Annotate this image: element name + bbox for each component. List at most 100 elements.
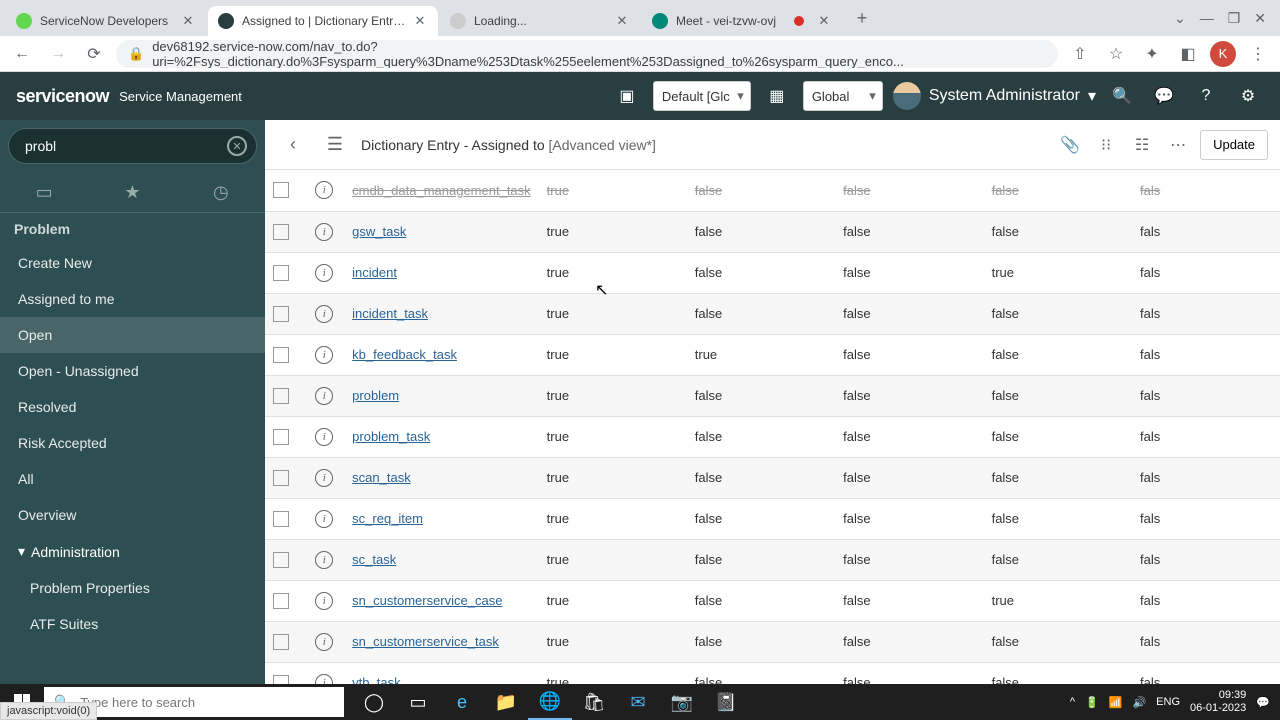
browser-tab[interactable]: ServiceNow Developers ✕ [6,6,206,36]
nav-filter-input[interactable] [8,128,257,164]
info-icon[interactable]: i [315,181,333,199]
app-scope-icon[interactable]: ▦ [761,80,793,112]
maximize-icon[interactable]: ❐ [1228,10,1241,27]
info-icon[interactable]: i [315,264,333,282]
record-link[interactable]: kb_feedback_task [352,347,457,362]
record-link[interactable]: sn_customerservice_case [352,593,502,608]
notifications-icon[interactable]: 💬 [1256,696,1270,709]
cortana-icon[interactable]: ▭ [396,684,440,720]
tab-close-icon[interactable]: ✕ [816,13,832,29]
info-icon[interactable]: i [315,469,333,487]
tabs-dropdown-icon[interactable]: ⌄ [1174,10,1186,27]
nav-item[interactable]: ATF Suites [0,606,265,642]
nav-item[interactable]: Resolved [0,389,265,425]
wifi-icon[interactable]: 📶 [1109,696,1123,709]
row-checkbox[interactable] [273,388,289,404]
chrome-icon[interactable]: 🌐 [528,684,572,720]
nav-item[interactable]: Problem Properties [0,570,265,606]
record-link[interactable]: sc_task [352,552,396,567]
bookmark-icon[interactable]: ☆ [1102,40,1130,68]
nav-group-administration[interactable]: ▾ Administration [0,533,265,570]
info-icon[interactable]: i [315,305,333,323]
explorer-icon[interactable]: 📁 [484,684,528,720]
row-checkbox[interactable] [273,470,289,486]
new-tab-button[interactable]: + [848,4,876,32]
record-link[interactable]: vtb_task [352,675,400,684]
browser-tab[interactable]: Loading... ✕ [440,6,640,36]
nav-item[interactable]: Create New [0,245,265,281]
activity-icon[interactable]: ⁝⁝ [1092,131,1120,159]
record-link[interactable]: cmdb_data_management_task [352,183,531,198]
update-set-picker[interactable]: Default [Glc [653,81,751,111]
back-icon[interactable]: ‹ [277,129,309,161]
sidepanel-icon[interactable]: ◧ [1174,40,1202,68]
context-menu-icon[interactable]: ☰ [319,129,351,161]
nav-item[interactable]: Risk Accepted [0,425,265,461]
record-link[interactable]: scan_task [352,470,411,485]
nav-item[interactable]: Open - Unassigned [0,353,265,389]
info-icon[interactable]: i [315,633,333,651]
row-checkbox[interactable] [273,224,289,240]
row-checkbox[interactable] [273,347,289,363]
forward-button[interactable]: → [44,40,72,68]
attachment-icon[interactable]: 📎 [1056,131,1084,159]
row-checkbox[interactable] [273,182,289,198]
edge-icon[interactable]: e [440,684,484,720]
info-icon[interactable]: i [315,428,333,446]
nav-item[interactable]: Assigned to me [0,281,265,317]
gear-icon[interactable]: ⚙ [1232,80,1264,112]
nav-tree[interactable]: Problem Create NewAssigned to meOpenOpen… [0,213,265,684]
record-link[interactable]: sn_customerservice_task [352,634,499,649]
row-checkbox[interactable] [273,511,289,527]
tray-chevron-icon[interactable]: ^ [1070,696,1075,708]
record-link[interactable]: incident [352,265,397,280]
logo[interactable]: servicenow [16,86,109,107]
url-input[interactable]: 🔒 dev68192.service-now.com/nav_to.do?uri… [116,40,1058,68]
row-checkbox[interactable] [273,429,289,445]
row-checkbox[interactable] [273,593,289,609]
clock[interactable]: 09:39 06-01-2023 [1190,689,1246,715]
app-scope-picker[interactable]: Global [803,81,883,111]
help-icon[interactable]: ? [1190,80,1222,112]
reload-button[interactable]: ⟳ [80,40,108,68]
store-icon[interactable]: 🛍 [572,684,616,720]
nav-item[interactable]: All [0,461,265,497]
update-button[interactable]: Update [1200,130,1268,160]
record-link[interactable]: problem [352,388,399,403]
language-indicator[interactable]: ENG [1156,696,1180,708]
info-icon[interactable]: i [315,674,333,685]
nav-tab-history[interactable]: ◷ [177,172,265,212]
share-icon[interactable]: ⇧ [1066,40,1094,68]
profile-avatar[interactable]: K [1210,41,1236,67]
close-window-icon[interactable]: ✕ [1254,10,1266,27]
row-checkbox[interactable] [273,634,289,650]
record-link[interactable]: sc_req_item [352,511,423,526]
row-checkbox[interactable] [273,675,289,685]
record-link[interactable]: incident_task [352,306,428,321]
tab-close-icon[interactable]: ✕ [180,13,196,29]
row-checkbox[interactable] [273,265,289,281]
info-icon[interactable]: i [315,387,333,405]
extensions-icon[interactable]: ✦ [1138,40,1166,68]
update-set-icon[interactable]: ▣ [611,80,643,112]
record-link[interactable]: gsw_task [352,224,406,239]
info-icon[interactable]: i [315,592,333,610]
record-link[interactable]: problem_task [352,429,430,444]
user-menu[interactable]: System Administrator ▾ [893,82,1096,110]
task-view-icon[interactable]: ◯ [352,684,396,720]
clear-filter-icon[interactable]: ✕ [227,136,247,156]
battery-icon[interactable]: 🔋 [1085,696,1099,709]
chrome-menu-icon[interactable]: ⋮ [1244,40,1272,68]
info-icon[interactable]: i [315,223,333,241]
volume-icon[interactable]: 🔊 [1132,696,1146,709]
minimize-icon[interactable]: — [1200,10,1214,27]
nav-tab-favorites[interactable]: ★ [88,172,176,212]
related-list-table[interactable]: i cmdb_data_management_task true false f… [265,170,1280,684]
info-icon[interactable]: i [315,551,333,569]
nav-module-header[interactable]: Problem [0,213,265,245]
global-search-icon[interactable]: 🔍 [1106,80,1138,112]
personalize-icon[interactable]: ☷ [1128,131,1156,159]
browser-tab[interactable]: Meet - vei-tzvw-ovj ✕ [642,6,842,36]
camera-icon[interactable]: 📷 [660,684,704,720]
nav-item[interactable]: Overview [0,497,265,533]
